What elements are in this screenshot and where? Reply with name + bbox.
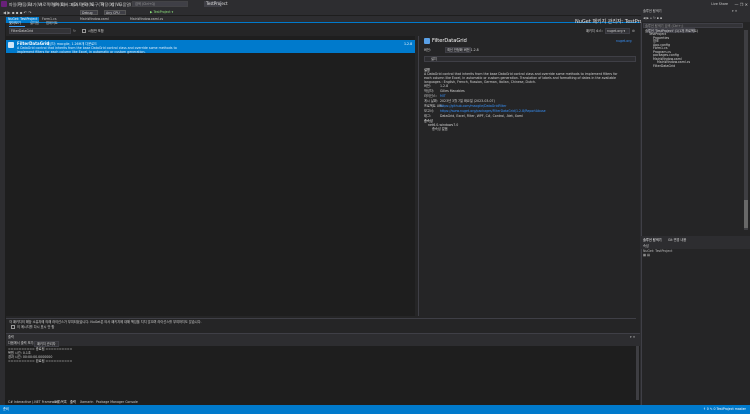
browse-tab-underline [9,26,25,27]
dont-show-checkbox[interactable] [11,325,15,329]
platform-dropdown[interactable]: Any CPU [104,9,126,15]
window-controls[interactable]: — ❐ ✕ [735,2,748,7]
detail-key-tags: 태그: [424,114,431,118]
toolbar-nav-icons[interactable]: ◀ ▶ ▪ ▪ ▪ ↶ ↷ [3,10,32,15]
tab-installed[interactable]: 설치됨 [30,21,39,25]
status-bar [0,405,750,414]
prerelease-label: 시험판 포함 [88,29,104,33]
tab-output[interactable]: 출력 [70,400,76,404]
license-notice-text: 각 패키지의 해당 소유자에 의해 라이선스가 부여되었습니다. NuGet은 … [9,320,202,324]
version-dropdown[interactable]: 최신 안정화 버전 1.2.8 [445,47,479,53]
tab-solution-explorer[interactable]: 솔루션 탐색기 [643,238,662,242]
install-button[interactable]: 설치 [424,56,636,62]
detail-value-license[interactable]: MIT [440,94,446,98]
detail-key-report: 보고서: [424,109,434,113]
solution-name: TestProject [204,1,228,7]
properties-toolbar-icons[interactable]: ▦ ▤ [643,253,650,257]
package-list [6,36,415,316]
tab-error-list[interactable]: 오류 목록 [54,400,67,404]
detail-value-project-url[interactable]: https://github.com/macgile/DataGridFilte… [440,104,506,108]
dependency-none: 종속성 없음 [432,127,448,131]
dont-show-label: 이 메시지를 다시 표시 안 함 [17,325,55,329]
status-source-control[interactable]: ↑ 0 ✎ 0 TestProject master [703,407,746,411]
detail-value-tags: DataGrid, Excel, Filter, WPF, C#, Contro… [440,114,523,118]
visual-studio-logo-icon [1,1,7,7]
detail-key-author: 작성자: [424,89,434,93]
tab-browse[interactable]: 찾아보기 [9,21,21,25]
package-author: 작성자: macgile, 1.26M개 다운로드 [46,41,97,46]
detail-key-license: 라이선스: [424,94,437,98]
global-search-input[interactable]: 검색 (Ctrl+Q) [132,1,188,7]
package-source-label: 패키지 소스: [586,29,603,33]
tab-updates[interactable]: 업데이트 [46,21,58,25]
output-toolbar [6,340,640,346]
description-text: A DataGrid control that inherits from th… [424,72,618,84]
detail-key-version: 버전: [424,84,431,88]
tree-item-filterdatagrid[interactable]: FilterDataGrid [653,64,675,68]
detail-package-name: FilterDataGrid [432,38,467,44]
tab-csharp-interactive[interactable]: C# Interactive (.NET Framework) [8,400,61,404]
settings-gear-icon[interactable]: ⚙ [632,29,635,33]
output-source-label: 다음에서 출력 보기: [8,341,35,345]
detail-value-version: 1.2.8 [440,84,449,88]
output-line: ========== 완료됨 ========== [8,359,73,363]
tab-package-manager-console[interactable]: Package Manager Console [96,400,138,404]
package-description-line2: implement filters for each column like E… [17,49,146,54]
live-share-button[interactable]: Live Share [711,2,728,6]
detail-value-author: Gilles Macabies [440,89,465,93]
tab-git-changes[interactable]: Git 변경 내용 [668,238,686,242]
output-scrollbar[interactable] [636,346,639,400]
detail-package-icon [424,38,430,44]
panel-pin-icon[interactable]: ▾ ✕ [732,9,737,13]
output-title: 출력 [8,335,14,339]
properties-title: 속성 [643,244,649,248]
refresh-icon[interactable]: ↻ [73,29,76,33]
tab-xamarin[interactable]: Xamarin [80,400,93,404]
start-debug-button[interactable]: ▶ TestProject ▾ [150,10,173,14]
detail-value-report[interactable]: https://www.nuget.org/packages/FilterDat… [440,109,546,113]
prerelease-checkbox[interactable] [82,28,86,33]
solution-explorer-title: 솔루션 탐색기 [643,9,662,13]
package-version: 1.2.8 [404,41,413,46]
package-search-input[interactable]: FilterDataGrid [9,28,71,34]
status-ready: 준비 [3,407,9,411]
version-label: 버전: [424,48,431,52]
solution-scroll-thumb[interactable] [744,200,748,228]
detail-value-published: 2023년 3월 7일 화요일 (2023-03-07) [440,99,495,103]
detail-key-published: 게시 날짜: [424,99,438,103]
solution-toolbar-icons[interactable]: ◀ ▶ ⌂ ↻ ▪ ▪ [643,16,662,20]
output-pin-icon[interactable]: ▾ ✕ [630,335,635,339]
package-icon [8,42,14,48]
package-source-dropdown[interactable]: nuget.org ▾ [605,27,630,34]
config-dropdown[interactable]: Debug [80,9,98,15]
nuget-org-link[interactable]: nuget.org [616,39,632,43]
properties-panel [641,237,750,405]
